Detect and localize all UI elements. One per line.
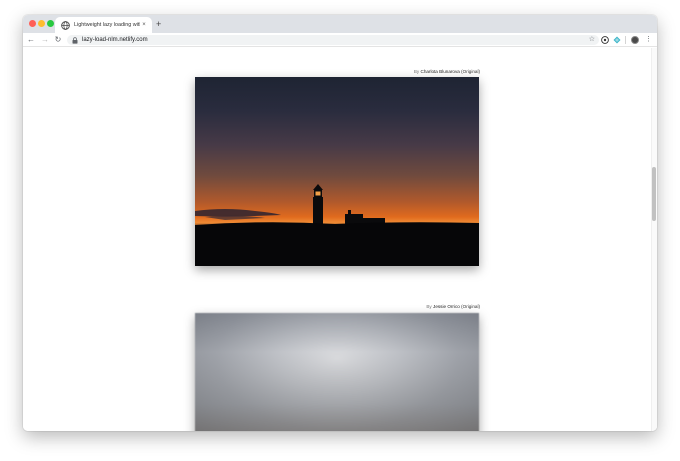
minimize-window-button[interactable] (38, 20, 45, 27)
tab-title: Lightweight lazy loading with n (74, 22, 140, 28)
reload-button[interactable]: ↻ (53, 35, 63, 45)
tab-strip: Lightweight lazy loading with n × + (23, 15, 657, 33)
credit-author-link[interactable]: Jessie Orrico (433, 304, 460, 309)
puzzle-extension-icon[interactable] (613, 36, 621, 44)
credit-prefix: By (413, 69, 420, 74)
bookmark-star-icon[interactable]: ☆ (589, 35, 595, 45)
page-viewport[interactable]: By Charlota Blunarova (Original) By Jess… (23, 48, 657, 431)
scrollbar-thumb[interactable] (652, 167, 656, 221)
close-tab-icon[interactable]: × (140, 22, 148, 28)
scrollbar[interactable] (651, 48, 657, 431)
lighthouse-silhouette (195, 184, 479, 266)
forward-button[interactable]: → (40, 35, 50, 45)
globe-icon (61, 20, 70, 30)
toolbar-divider (625, 36, 626, 44)
profile-avatar[interactable] (631, 36, 639, 44)
url-text: lazy-load-nlm.netlify.com (82, 37, 148, 43)
new-tab-button[interactable]: + (156, 18, 161, 30)
lighthouse-sunset-image (195, 77, 479, 266)
blurred-placeholder-image (195, 313, 479, 431)
back-button[interactable]: ← (26, 35, 36, 45)
browser-menu-icon[interactable]: ⋮ (645, 35, 652, 45)
original-link[interactable]: (Original) (461, 304, 480, 309)
blur-overlay (195, 313, 479, 431)
close-window-button[interactable] (29, 20, 36, 27)
browser-toolbar: ← → ↻ lazy-load-nlm.netlify.com ☆ ⋮ (23, 33, 657, 47)
maximize-window-button[interactable] (47, 20, 54, 27)
original-link[interactable]: (Original) (461, 69, 480, 74)
extension-icon[interactable] (601, 36, 609, 44)
image-credit: By Charlota Blunarova (Original) (280, 69, 480, 74)
credit-author-link[interactable]: Charlota Blunarova (421, 69, 460, 74)
credit-prefix: By (426, 304, 432, 309)
tab-active[interactable]: Lightweight lazy loading with n × (55, 17, 152, 33)
lock-icon (72, 36, 78, 44)
image-credit: By Jessie Orrico (Original) (280, 304, 480, 309)
address-bar[interactable]: lazy-load-nlm.netlify.com ☆ (67, 35, 599, 45)
browser-window: Lightweight lazy loading with n × + ← → … (23, 15, 657, 431)
